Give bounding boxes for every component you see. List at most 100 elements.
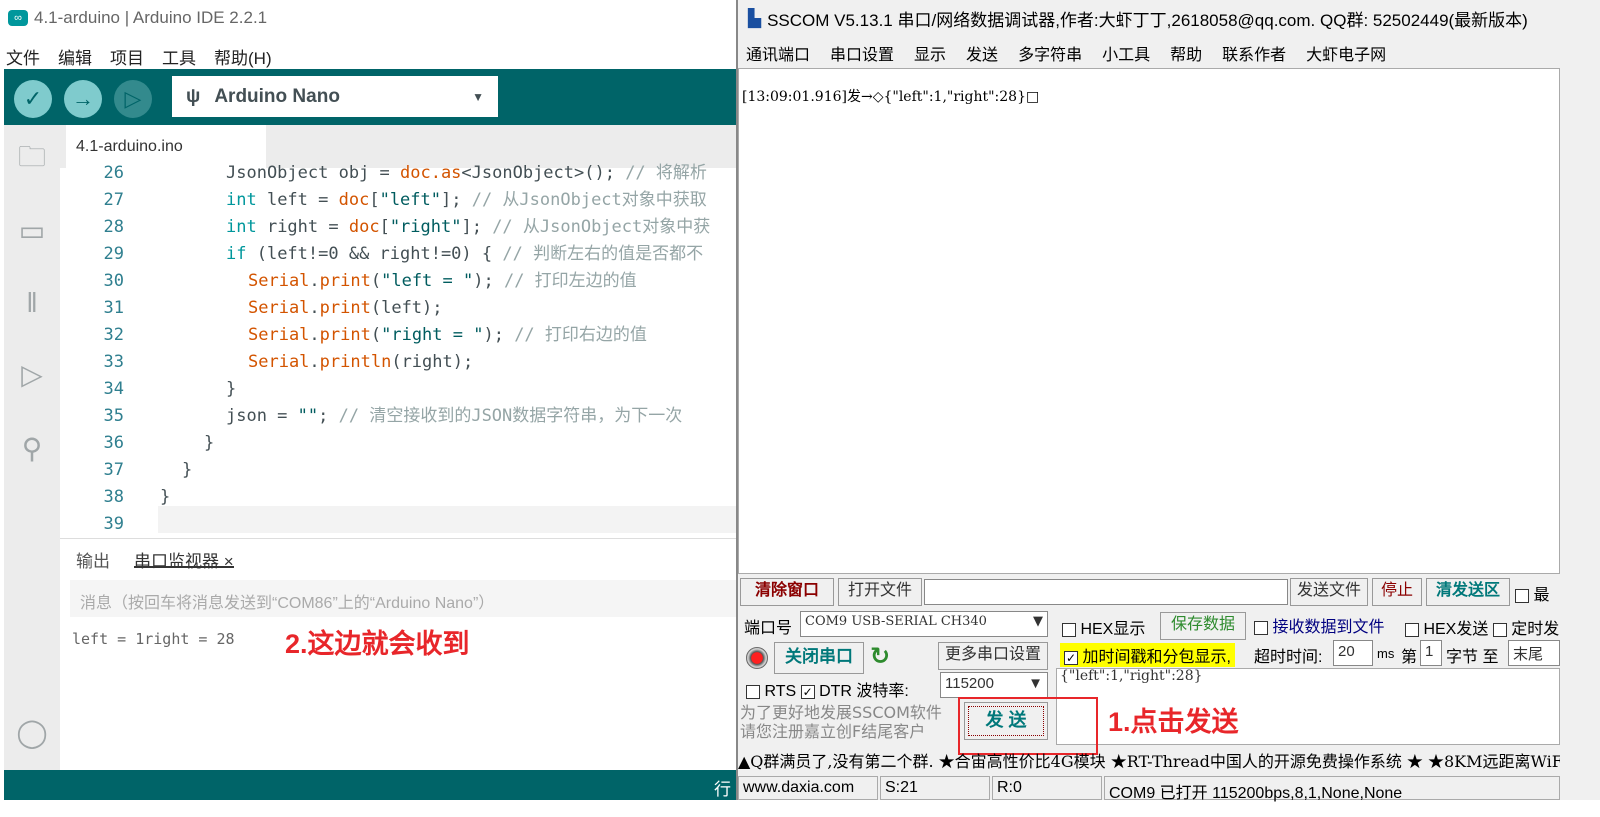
menu-help[interactable]: 帮助 [1170,41,1202,65]
code-line[interactable]: 36} [60,430,736,457]
code-line[interactable]: 32 Serial.print("right = "); // 打印右边的值 [60,322,736,349]
tab-serial-monitor[interactable]: 串口监视器 × [134,547,234,571]
byte-to-select[interactable]: 末尾 [1508,640,1560,666]
timestamp-label: 加时间戳和分包显示, [1082,649,1231,666]
bottom-panel-tabs: 输出 串口监视器 × [60,538,736,576]
menu-help[interactable]: 帮助(H) [214,44,272,69]
code-text: } [226,376,236,403]
menu-website[interactable]: 大虾电子网 [1306,41,1386,65]
close-port-button[interactable]: 关闭串口 [774,642,864,674]
refresh-icon[interactable]: ↻ [870,642,890,671]
timeout-input[interactable]: 20 [1333,640,1373,666]
sscom-title: ▙ SSCOM V5.13.1 串口/网络数据调试器,作者:大虾丁丁,261805… [748,6,1528,31]
baud-select[interactable]: 115200 ▼ [940,672,1048,698]
upload-button[interactable]: → [64,80,102,118]
menu-multistring[interactable]: 多字符串 [1018,41,1082,65]
timestamp-checkbox[interactable]: ✓ [1064,650,1078,665]
code-token: ( [370,271,382,291]
menu-display[interactable]: 显示 [914,41,946,65]
code-token: . [309,271,320,291]
hex-display-checkbox[interactable] [1062,622,1076,637]
menu-file[interactable]: 文件 [6,44,40,69]
code-line[interactable]: 38} [60,484,736,511]
code-text: JsonObject obj = doc.as<JsonObject>(); /… [226,160,707,187]
code-line[interactable]: 26 JsonObject obj = doc.as<JsonObject>();… [60,160,736,187]
verify-button[interactable]: ✓ [14,80,52,118]
debug-icon[interactable]: ▷ [14,357,50,393]
code-token: ]; [441,190,472,210]
most-checkbox[interactable] [1515,588,1529,603]
menu-tools[interactable]: 工具 [162,44,196,69]
timed-send-checkbox[interactable] [1492,622,1507,637]
chevron-down-icon: ▼ [1028,675,1043,692]
send-file-button[interactable]: 发送文件 [1290,578,1368,606]
search-icon[interactable]: ⚲ [14,431,50,467]
menu-tools[interactable]: 小工具 [1102,41,1150,65]
open-file-button[interactable]: 打开文件 [838,578,922,606]
code-text: } [160,484,170,511]
marquee-ticker[interactable]: ▲Q群满员了,没有第二个群. ★合宙高性价比4G模块 ★RT-Thread中国人… [738,745,1560,771]
receive-area[interactable] [738,68,1560,574]
code-line[interactable]: 37} [60,457,736,484]
chevron-down-icon: ▼ [1033,614,1043,629]
folder-icon[interactable]: 🗀 [14,139,50,175]
recv-to-file-checkbox[interactable] [1254,620,1268,635]
line-number: 27 [103,190,124,210]
line-number: 39 [103,514,124,532]
code-text: } [204,430,214,457]
code-editor[interactable]: 26 JsonObject obj = doc.as<JsonObject>();… [60,160,736,532]
code-token: "right" [389,217,462,237]
menu-serial-settings[interactable]: 串口设置 [830,41,894,65]
dtr-label: DTR [819,683,852,700]
code-line[interactable]: 34} [60,376,736,403]
boards-manager-icon[interactable]: ▭ [14,213,50,249]
more-settings-button[interactable]: 更多串口设置 [938,642,1048,670]
code-line[interactable]: 33 Serial.println(right); [60,349,736,376]
port-label: 端口号 [744,620,793,637]
sscom-title-text: SSCOM V5.13.1 串口/网络数据调试器,作者:大虾丁丁,2618058… [767,11,1528,30]
timeout-label: 超时时间: [1254,649,1323,666]
clear-send-button[interactable]: 清发送区 [1426,578,1510,606]
code-line[interactable]: 28 int right = doc["right"]; // 从JsonObje… [60,214,736,241]
port-select[interactable]: COM9 USB-SERIAL CH340 ▼ [800,611,1048,637]
code-token: Serial [248,298,310,318]
profile-icon[interactable]: ◯ [14,715,50,751]
code-line[interactable]: 29 if (left!=0 && right!=0) { // 判断左右的值是否… [60,241,736,268]
menu-port[interactable]: 通讯端口 [746,41,810,65]
baud-label: 波特率: [856,683,909,700]
debug-button[interactable]: ▷ [114,80,152,118]
library-icon[interactable]: ‖ [14,285,50,321]
code-line[interactable]: 31 Serial.print(left); [60,295,736,322]
sscom-logo-icon: ▙ [748,8,762,28]
code-token: <JsonObject>(); [461,163,626,183]
hex-send-checkbox[interactable] [1405,622,1419,637]
file-path-input[interactable] [924,579,1288,605]
status-sent-count: S:21 [880,776,990,800]
board-selector[interactable]: ψ Arduino Nano ▼ [172,76,498,117]
timed-send-label: 定时发 [1511,621,1560,638]
menu-sketch[interactable]: 项目 [110,44,144,69]
code-line[interactable]: 30 Serial.print("left = "); // 打印左边的值 [60,268,736,295]
status-website[interactable]: www.daxia.com [738,776,878,800]
dtr-checkbox[interactable]: ✓ [800,684,815,699]
code-line[interactable]: 39 [60,511,736,532]
clear-window-button[interactable]: 清除窗口 [740,578,834,606]
code-line[interactable]: 35 json = ""; // 清空接收到的JSON数据字符串，为下一次 [60,403,736,430]
menu-send[interactable]: 发送 [966,41,998,65]
serial-message-input[interactable]: 消息（按回车将消息发送到“COM86”上的“Arduino Nano”） [70,580,736,617]
line-number: 32 [103,325,124,345]
code-token: "left" [379,190,441,210]
rts-checkbox[interactable] [746,684,760,699]
byte-from-input[interactable]: 1 [1420,640,1442,666]
code-text: int left = doc["left"]; // 从JsonObject对象… [226,187,707,214]
close-icon[interactable]: × [224,552,234,571]
code-line[interactable]: 27 int left = doc["left"]; // 从JsonObject… [60,187,736,214]
code-text: Serial.print("right = "); // 打印右边的值 [248,322,647,349]
promo-text: 为了更好地发展SSCOM软件 请您注册嘉立创F结尾客户 [740,703,942,741]
save-data-button[interactable]: 保存数据 [1160,612,1246,640]
tab-output[interactable]: 输出 [76,547,110,571]
code-token: [ [369,190,380,210]
menu-contact[interactable]: 联系作者 [1222,41,1286,65]
menu-edit[interactable]: 编辑 [58,44,92,69]
stop-button[interactable]: 停止 [1372,578,1422,606]
